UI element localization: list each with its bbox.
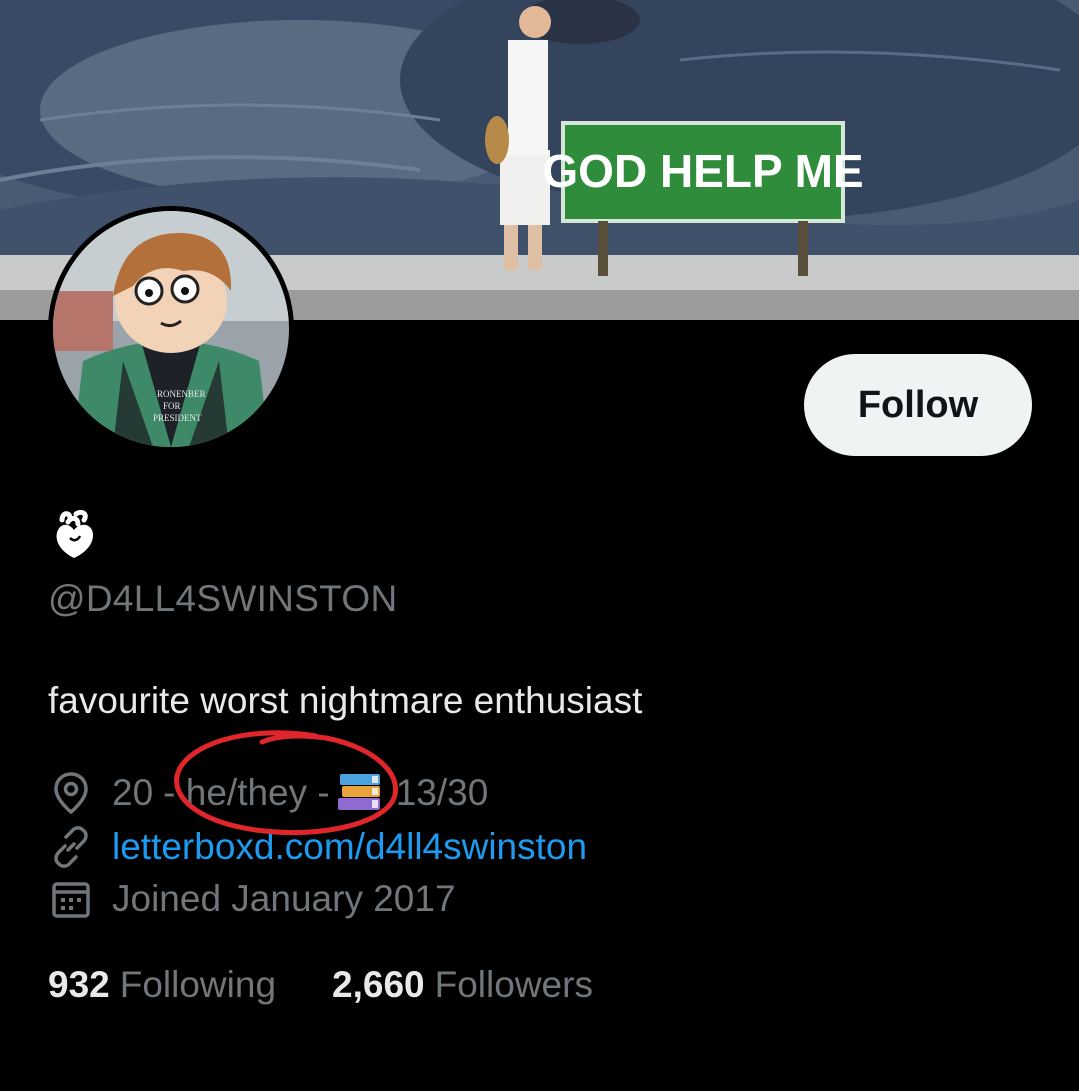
profile-stats: 932 Following 2,660 Followers: [48, 964, 593, 1006]
profile-joined-date: Joined January 2017: [48, 876, 456, 922]
location-pin-icon: [54, 772, 88, 815]
profile-website: letterboxd.com/d4ll4swinston: [48, 824, 587, 870]
follow-button[interactable]: Follow: [804, 354, 1032, 456]
location-suffix: 13/30: [395, 772, 489, 813]
avatar-image: RONENBER FOR PRESIDENT: [53, 211, 289, 447]
display-name: [48, 509, 108, 562]
username-handle: @D4LL4SWINSTON: [48, 578, 398, 619]
calendar-icon: [52, 882, 90, 918]
avatar-shirt-text-3: PRESIDENT: [153, 413, 202, 423]
avatar-shirt-text-2: FOR: [163, 401, 181, 411]
following-label: Following: [119, 964, 277, 1005]
banner-sign-text: GOD HELP ME: [542, 145, 863, 197]
following-link[interactable]: 932 Following: [48, 964, 276, 1006]
followers-link[interactable]: 2,660 Followers: [332, 964, 593, 1006]
followers-label: Followers: [434, 964, 593, 1005]
location-pronouns: - he/they -: [163, 772, 330, 813]
books-icon: [337, 774, 380, 810]
website-link[interactable]: letterboxd.com/d4ll4swinston: [112, 826, 587, 868]
joined-text: Joined January 2017: [112, 878, 456, 919]
link-icon: [54, 826, 88, 868]
anatomical-heart-icon: [56, 509, 94, 558]
location-prefix: 20: [112, 772, 154, 813]
profile-bio: favourite worst nightmare enthusiast: [48, 680, 643, 721]
profile-avatar[interactable]: RONENBER FOR PRESIDENT: [48, 206, 294, 452]
following-count: 932: [48, 964, 110, 1005]
avatar-shirt-text-1: RONENBER: [157, 389, 206, 399]
profile-location: 20 - he/they - 13/30: [48, 770, 488, 816]
followers-count: 2,660: [332, 964, 425, 1005]
